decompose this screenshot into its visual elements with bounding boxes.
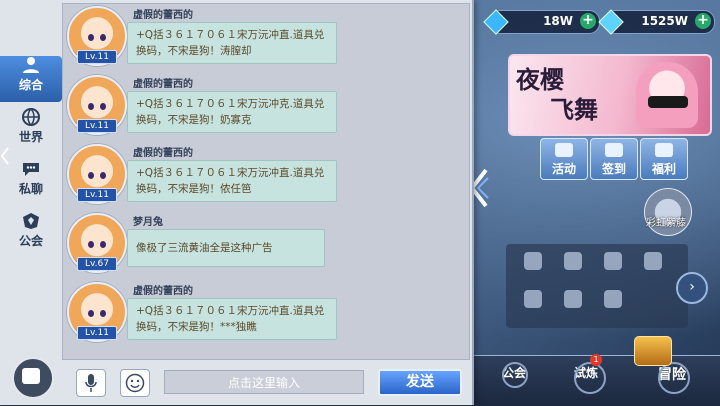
message-bubble: 像极了三流黄油全是这种广告 [127, 229, 325, 267]
chat-message: Lv.11 虚假的蕾西的 +Q括３６１７０６１宋万沅冲直.道具兑换码，不宋是狗！… [67, 6, 467, 74]
event-banner[interactable]: 夜樱 飞舞 [508, 54, 712, 136]
activity-icon [555, 143, 573, 157]
menu-icon [524, 252, 542, 270]
sender-name[interactable]: 梦月兔 [133, 213, 163, 228]
banner-character [636, 62, 698, 128]
gift-icon [655, 143, 673, 157]
speech-icon [23, 163, 39, 176]
add-currency-button[interactable]: + [580, 13, 596, 29]
message-list[interactable]: Lv.11 虚假的蕾西的 +Q括３６１７０６１宋万沅冲直.道具兑换码，不宋是狗！… [62, 3, 470, 360]
menu-item[interactable] [558, 252, 588, 273]
activity-button[interactable]: 活动 [540, 138, 588, 180]
adventure-nav-button[interactable]: 冒险 [624, 362, 690, 394]
chat-panel: 综合 世界 私聊 公会 Lv.11 虚假的蕾西的 +Q括３６１７０６１宋万沅冲直… [0, 0, 474, 405]
menu-item[interactable] [598, 252, 628, 273]
globe-icon [22, 108, 40, 126]
emoji-button[interactable] [120, 369, 150, 397]
level-badge: Lv.11 [77, 326, 117, 340]
tab-label: 私聊 [18, 182, 43, 196]
chat-input[interactable]: 点击这里输入 [164, 370, 364, 394]
send-button[interactable]: 发送 [378, 369, 462, 396]
menu-icon [644, 252, 662, 270]
sender-name[interactable]: 虚假的蕾西的 [133, 6, 193, 21]
level-badge: Lv.11 [77, 188, 117, 202]
banner-character-mask [648, 96, 688, 108]
trial-nav-button[interactable]: 试炼 [540, 362, 606, 394]
tab-guild[interactable]: 公会 [0, 212, 62, 258]
menu-item[interactable] [558, 290, 588, 311]
menu-item[interactable] [518, 290, 548, 311]
people-icon [23, 57, 39, 73]
menu-item[interactable] [598, 290, 628, 311]
menu-item[interactable] [638, 252, 668, 273]
currency-diamond: 1525W + [598, 9, 715, 35]
chevron-right-icon: › [689, 279, 695, 295]
mascot-label: 彩虹紫藤 [646, 218, 686, 229]
message-bubble: +Q括３６１７０６１宋万沅冲直.道具兑换码，不宋是狗！涛膣却 [127, 22, 337, 64]
sender-name[interactable]: 虚假的蕾西的 [133, 282, 193, 297]
welfare-button[interactable]: 福利 [640, 138, 688, 180]
chevron-left-icon[interactable] [0, 146, 10, 166]
add-currency-button[interactable]: + [695, 13, 711, 29]
adventure-icon [658, 362, 690, 394]
level-badge: Lv.11 [77, 50, 117, 64]
menu-icon [604, 290, 622, 308]
sender-name[interactable]: 虚假的蕾西的 [133, 75, 193, 90]
message-bubble: +Q括３６１７０６１宋万沅冲直.道具兑换码，不宋是狗！***独瞧 [127, 298, 337, 340]
level-badge: Lv.11 [77, 119, 117, 133]
menu-icon [524, 290, 542, 308]
function-menu [506, 244, 688, 328]
menu-icon [604, 252, 622, 270]
currency-blue-gem: 18W + [483, 9, 600, 35]
smiley-icon [125, 373, 145, 393]
tab-label: 世界 [18, 130, 43, 144]
banner-title-2: 飞舞 [550, 95, 598, 124]
microphone-icon [85, 374, 97, 392]
chat-message: Lv.11 虚假的蕾西的 +Q括３６１７０６１宋万沅冲直.道具兑换码，不宋是狗！… [67, 144, 467, 212]
chat-message: Lv.11 虚假的蕾西的 +Q括３６１７０６１宋万沅冲直.道具兑换码，不宋是狗！… [67, 282, 467, 350]
signin-icon [605, 143, 623, 157]
currency-value: 1525W [641, 14, 688, 28]
menu-item[interactable] [518, 252, 548, 273]
activity-label: 活动 [551, 162, 576, 176]
voice-button[interactable] [76, 369, 106, 397]
welfare-label: 福利 [651, 162, 676, 176]
menu-icon [564, 290, 582, 308]
currency-value: 18W [543, 14, 573, 28]
trial-icon [574, 362, 606, 394]
notification-badge: 1 [590, 354, 602, 366]
bottom-nav: 公会 试炼 1 冒险 [472, 354, 720, 406]
chat-message: Lv.67 梦月兔 像极了三流黄油全是这种广告 [67, 213, 467, 281]
expand-menu-button[interactable]: › [676, 272, 708, 304]
chat-settings-button[interactable] [12, 357, 54, 399]
sender-name[interactable]: 虚假的蕾西的 [133, 144, 193, 159]
guild-nav-button[interactable]: 公会 [478, 362, 528, 388]
guild-icon [502, 362, 528, 388]
tab-general[interactable]: 综合 [0, 56, 72, 102]
tab-label: 公会 [18, 234, 43, 248]
tab-label: 综合 [18, 78, 43, 92]
message-bubble: +Q括３６１７０６１宋万沅冲直.道具兑换码，不宋是狗！侬任笆 [127, 160, 337, 202]
message-bubble: +Q括３６１７０６１宋万沅冲克.道具兑换码，不宋是狗！奶寡克 [127, 91, 337, 133]
level-badge: Lv.67 [77, 257, 117, 271]
chat-settings-icon [22, 368, 40, 384]
signin-button[interactable]: 签到 [590, 138, 638, 180]
guild-emblem-icon [23, 213, 39, 229]
treasure-chest-icon[interactable] [634, 336, 672, 366]
menu-icon [564, 252, 582, 270]
signin-label: 签到 [601, 162, 626, 176]
chat-message: Lv.11 虚假的蕾西的 +Q括３６１７０６１宋万沅冲克.道具兑换码，不宋是狗！… [67, 75, 467, 143]
tab-private[interactable]: 私聊 [0, 160, 62, 206]
